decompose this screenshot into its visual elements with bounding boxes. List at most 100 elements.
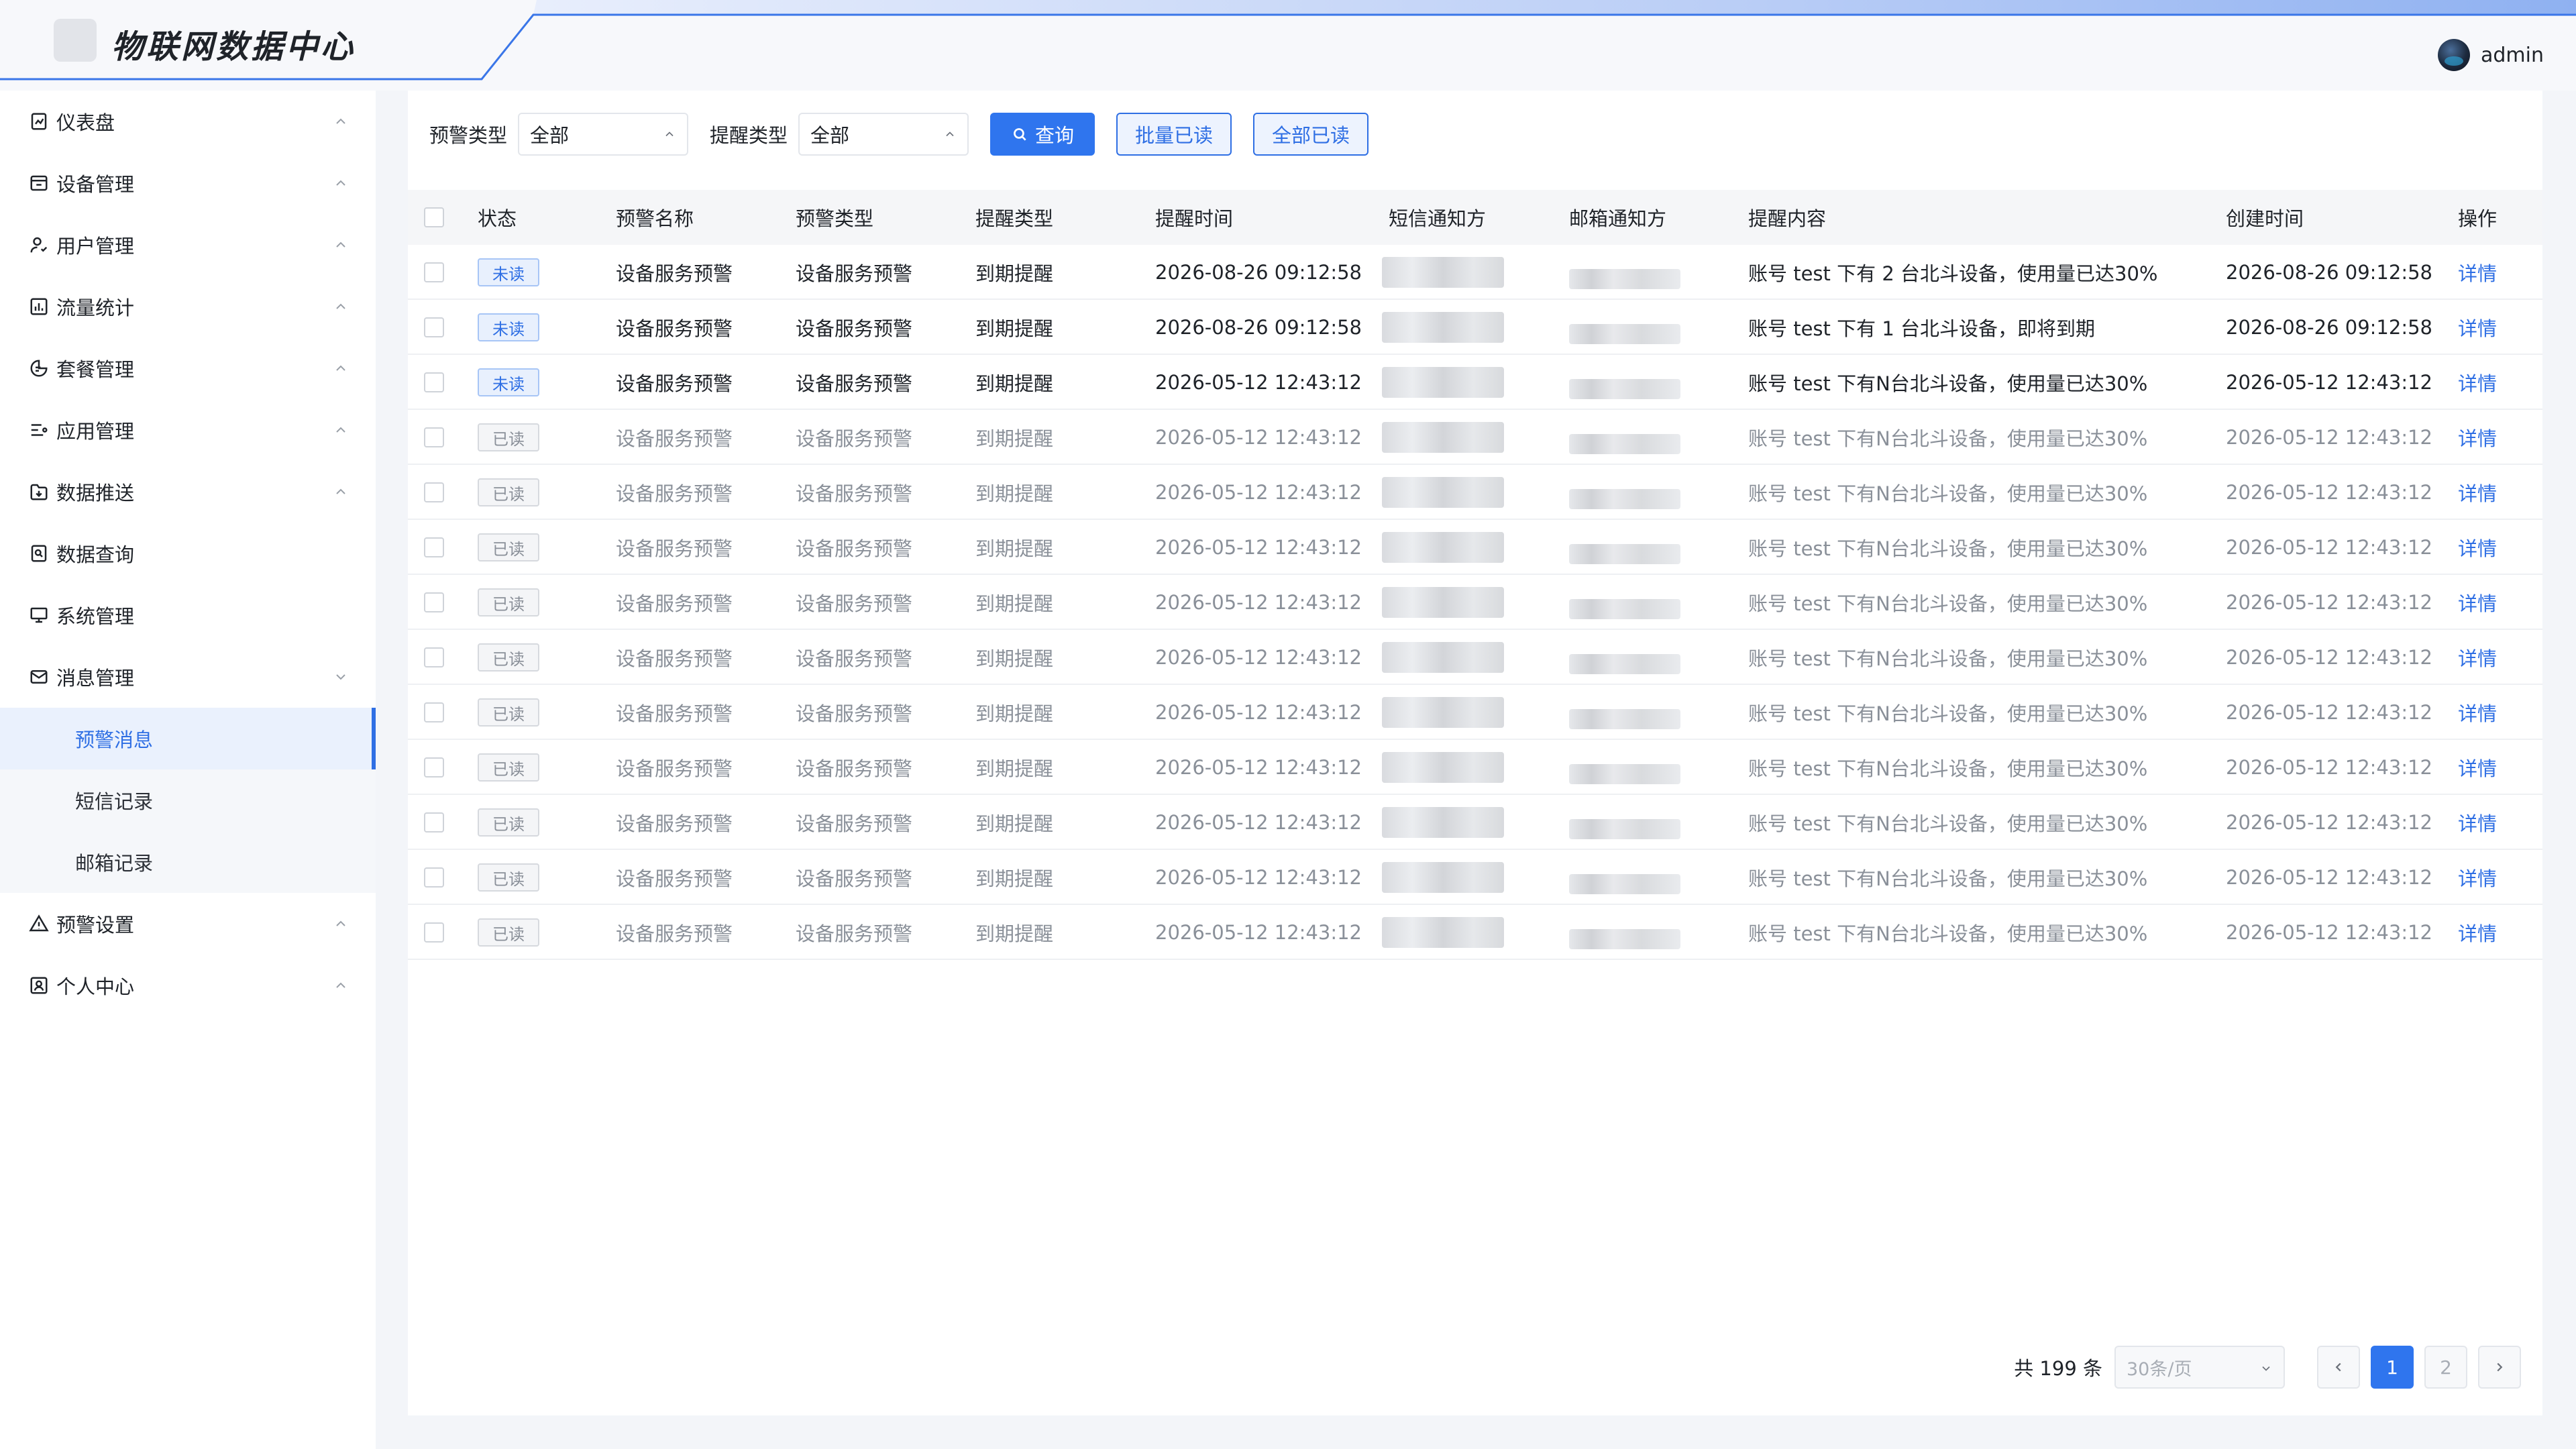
top-header: 物联网数据中心 admin [0,0,2576,91]
detail-link[interactable]: 详情 [2458,905,2497,960]
detail-link[interactable]: 详情 [2458,740,2497,795]
row-checkbox[interactable] [424,592,444,612]
alert-name-cell: 设备服务预警 [616,922,733,945]
remind-time-cell: 2026-08-26 09:12:58 [1155,316,1362,339]
remind-type-cell: 到期提醒 [975,757,1054,780]
row-checkbox[interactable] [424,317,444,337]
table-row: 已读 设备服务预警 设备服务预警 到期提醒 2026-05-12 12:43:12 账号 … [408,630,2542,685]
sidebar-subitem-alert-messages[interactable]: 预警消息 [0,708,376,769]
content-cell: 账号 test 下有 2 台北斗设备，使用量已达30% [1748,262,2158,285]
row-checkbox[interactable] [424,372,444,392]
user-menu[interactable]: admin [2438,39,2544,71]
sidebar-item-users[interactable]: 用户管理 [0,214,376,276]
username[interactable]: admin [2481,44,2544,67]
alert-name-cell: 设备服务预警 [616,372,733,395]
row-checkbox-cell [424,410,444,465]
page-2-button[interactable]: 2 [2424,1346,2467,1389]
detail-link[interactable]: 详情 [2458,575,2497,630]
sidebar-item-data-query[interactable]: 数据查询 [0,523,376,584]
table-row: 已读 设备服务预警 设备服务预警 到期提醒 2026-05-12 12:43:12 账号 … [408,520,2542,575]
detail-link[interactable]: 详情 [2458,300,2497,355]
alert-type-cell: 设备服务预警 [796,922,913,945]
sidebar-item-label: 个人中心 [56,975,135,998]
sidebar-item-packages[interactable]: 套餐管理 [0,337,376,399]
sidebar-subitem-email-records[interactable]: 邮箱记录 [0,831,376,893]
mail-icon [28,666,50,688]
row-checkbox[interactable] [424,867,444,888]
avatar[interactable] [2438,39,2470,71]
created-time-cell: 2026-05-12 12:43:12 [2226,481,2432,504]
row-checkbox[interactable] [424,262,444,282]
redacted-sms-recipient [1382,917,1504,948]
batch-read-button[interactable]: 批量已读 [1116,113,1232,156]
alert-type-select[interactable]: 全部 [518,113,689,156]
row-checkbox[interactable] [424,427,444,447]
row-checkbox[interactable] [424,922,444,943]
created-time-header: 创建时间 [2226,207,2304,230]
detail-link[interactable]: 详情 [2458,410,2497,465]
remind-type-cell: 到期提醒 [975,317,1054,340]
row-checkbox[interactable] [424,702,444,722]
sidebar-item-system[interactable]: 系统管理 [0,584,376,646]
sidebar-item-label: 流量统计 [56,297,135,319]
status-cell: 已读 [478,575,539,630]
status-cell: 已读 [478,630,539,685]
detail-link[interactable]: 详情 [2458,850,2497,905]
row-checkbox[interactable] [424,647,444,667]
sidebar-item-traffic[interactable]: 流量统计 [0,276,376,337]
next-page-button[interactable] [2478,1346,2521,1389]
alert-type-cell: 设备服务预警 [796,537,913,560]
row-checkbox[interactable] [424,537,444,557]
sidebar-item-apps[interactable]: 应用管理 [0,399,376,461]
sidebar-item-messages[interactable]: 消息管理 [0,646,376,708]
chevron-left-icon [2335,1362,2341,1372]
query-icon [28,543,50,564]
status-badge: 已读 [478,423,539,451]
sidebar-item-label: 消息管理 [56,667,135,690]
sms-recipient-cell [1382,630,1504,685]
detail-link[interactable]: 详情 [2458,795,2497,850]
prev-page-button[interactable] [2317,1346,2360,1389]
sms-recipient-cell [1382,850,1504,905]
detail-link[interactable]: 详情 [2458,630,2497,685]
alert-type-cell: 设备服务预警 [796,812,913,835]
created-time-cell: 2026-05-12 12:43:12 [2226,701,2432,724]
status-cell: 未读 [478,245,539,300]
remind-time-cell: 2026-05-12 12:43:12 [1155,756,1362,779]
page-1-button[interactable]: 1 [2371,1346,2414,1389]
select-all-checkbox-cell [424,190,444,245]
row-checkbox[interactable] [424,757,444,777]
status-badge: 已读 [478,588,539,616]
detail-link[interactable]: 详情 [2458,245,2497,300]
row-checkbox-cell [424,520,444,575]
status-badge: 未读 [478,313,539,341]
content-cell: 账号 test 下有N台北斗设备，使用量已达30% [1748,372,2148,395]
row-checkbox-cell [424,850,444,905]
status-cell: 已读 [478,740,539,795]
all-read-button[interactable]: 全部已读 [1253,113,1369,156]
alert-name-cell: 设备服务预警 [616,592,733,615]
query-button[interactable]: 查询 [990,113,1095,156]
sidebar-item-data-push[interactable]: 数据推送 [0,461,376,523]
detail-link[interactable]: 详情 [2458,465,2497,520]
sidebar-item-devices[interactable]: 设备管理 [0,152,376,214]
email-recipient-cell [1569,740,1680,795]
page-size-select[interactable]: 30条/页 [2114,1346,2285,1389]
content-cell: 账号 test 下有N台北斗设备，使用量已达30% [1748,537,2148,560]
sidebar-item-alert-settings[interactable]: 预警设置 [0,893,376,955]
created-time-cell: 2026-05-12 12:43:12 [2226,591,2432,614]
status-cell: 已读 [478,850,539,905]
content-cell: 账号 test 下有N台北斗设备，使用量已达30% [1748,482,2148,505]
detail-link[interactable]: 详情 [2458,355,2497,410]
row-checkbox[interactable] [424,482,444,502]
row-checkbox[interactable] [424,812,444,833]
remind-type-select[interactable]: 全部 [798,113,969,156]
select-all-checkbox[interactable] [424,207,444,227]
detail-link[interactable]: 详情 [2458,685,2497,740]
detail-link[interactable]: 详情 [2458,520,2497,575]
remind-type-label: 提醒类型 [710,124,788,147]
chevron-up-icon [336,365,345,371]
sidebar-subitem-sms-records[interactable]: 短信记录 [0,769,376,831]
sidebar-item-dashboard[interactable]: 仪表盘 [0,91,376,152]
sidebar-item-profile[interactable]: 个人中心 [0,955,376,1016]
